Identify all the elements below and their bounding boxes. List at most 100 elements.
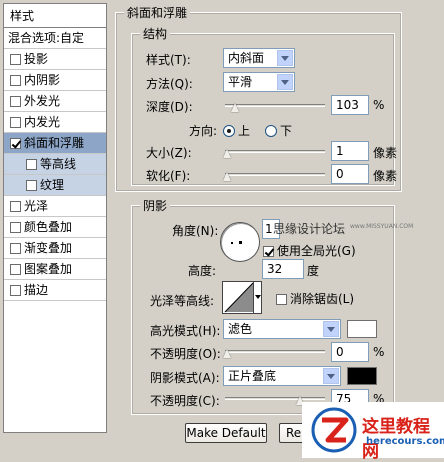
angle-label: 角度(N): bbox=[172, 224, 219, 238]
angle-dial[interactable] bbox=[220, 222, 260, 262]
checkbox-icon[interactable] bbox=[10, 264, 21, 275]
style-item[interactable]: 内阴影 bbox=[4, 70, 106, 91]
direction-label: 方向: bbox=[189, 124, 218, 138]
style-item-label: 投影 bbox=[24, 52, 49, 66]
shadow-opacity-label: 不透明度(C): bbox=[150, 394, 220, 408]
soften-slider-handle[interactable] bbox=[223, 172, 232, 182]
antialias-option[interactable]: 消除锯齿(L) bbox=[276, 290, 354, 307]
checkbox-icon[interactable] bbox=[276, 294, 287, 305]
depth-label: 深度(D): bbox=[146, 100, 193, 114]
site-watermark: 这里教程网 herecours.com bbox=[302, 402, 444, 462]
checkbox-icon[interactable] bbox=[10, 96, 21, 107]
highlight-opacity-slider-handle[interactable] bbox=[223, 349, 232, 359]
style-select-value: 内斜面 bbox=[228, 51, 265, 65]
highlight-mode-value: 滤色 bbox=[228, 322, 253, 336]
depth-unit: % bbox=[373, 98, 385, 112]
style-item-label: 外发光 bbox=[24, 94, 61, 108]
size-slider-handle[interactable] bbox=[223, 149, 232, 159]
checkbox-icon[interactable] bbox=[10, 54, 21, 65]
style-item-label: 渐变叠加 bbox=[24, 241, 73, 255]
style-item[interactable]: 投影 bbox=[4, 49, 106, 70]
size-slider[interactable] bbox=[225, 148, 325, 162]
checkbox-checked-icon[interactable] bbox=[10, 138, 21, 149]
direction-down-label: 下 bbox=[280, 124, 293, 138]
style-item[interactable]: 图案叠加 bbox=[4, 259, 106, 280]
angle-dial-pointer-icon bbox=[231, 242, 233, 244]
overlay-url-text: www.MISSYUAN.COM bbox=[350, 223, 414, 230]
highlight-mode-select[interactable]: 滤色 bbox=[223, 319, 341, 339]
style-item-label: 等高线 bbox=[40, 157, 77, 171]
shading-group-title: 阴影 bbox=[140, 197, 171, 214]
checkbox-icon[interactable] bbox=[10, 285, 21, 296]
style-select[interactable]: 内斜面 bbox=[223, 48, 295, 68]
style-item[interactable]: 等高线 bbox=[4, 154, 106, 175]
technique-label: 方法(Q): bbox=[146, 77, 193, 91]
watermark-url: herecours.com bbox=[366, 436, 444, 447]
highlight-color-swatch[interactable] bbox=[347, 320, 377, 338]
depth-input[interactable]: 103 bbox=[331, 95, 369, 115]
checkbox-icon[interactable] bbox=[10, 75, 21, 86]
radio-selected-icon[interactable] bbox=[223, 125, 235, 137]
shadow-mode-label: 阴影模式(A): bbox=[150, 371, 220, 385]
checkbox-icon[interactable] bbox=[10, 243, 21, 254]
style-item[interactable]: 纹理 bbox=[4, 175, 106, 196]
altitude-input[interactable]: 32 bbox=[262, 259, 304, 279]
direction-down-option[interactable]: 下 bbox=[265, 122, 292, 139]
global-light-option[interactable]: 使用全局光(G) bbox=[263, 242, 356, 259]
direction-up-option[interactable]: 上 bbox=[223, 122, 250, 139]
angle-dial-center-icon bbox=[239, 241, 242, 244]
style-item-label: 斜面和浮雕 bbox=[24, 136, 85, 150]
technique-select[interactable]: 平滑 bbox=[223, 72, 295, 92]
style-item-label: 内发光 bbox=[24, 115, 61, 129]
checkbox-icon[interactable] bbox=[26, 159, 37, 170]
gloss-contour-picker[interactable] bbox=[222, 281, 262, 314]
highlight-opacity-input[interactable]: 0 bbox=[331, 342, 369, 362]
chevron-down-icon bbox=[323, 321, 339, 337]
structure-group-title: 结构 bbox=[140, 25, 171, 42]
highlight-opacity-slider[interactable] bbox=[225, 348, 325, 362]
style-item[interactable]: 渐变叠加 bbox=[4, 238, 106, 259]
style-item[interactable]: 光泽 bbox=[4, 196, 106, 217]
style-item-label: 纹理 bbox=[40, 178, 65, 192]
bevel-emboss-group-title: 斜面和浮雕 bbox=[124, 4, 191, 21]
overlay-forum-text: 思缘设计论坛 bbox=[273, 222, 346, 236]
technique-select-value: 平滑 bbox=[228, 75, 253, 89]
shadow-color-swatch[interactable] bbox=[347, 367, 377, 385]
checkbox-icon[interactable] bbox=[10, 201, 21, 212]
checkbox-icon[interactable] bbox=[10, 117, 21, 128]
chevron-down-icon bbox=[277, 74, 293, 90]
radio-icon[interactable] bbox=[265, 125, 277, 137]
size-input[interactable]: 1 bbox=[331, 141, 369, 161]
style-item[interactable]: 斜面和浮雕 bbox=[4, 133, 106, 154]
style-item-label: 光泽 bbox=[24, 199, 49, 213]
style-item[interactable]: 内发光 bbox=[4, 112, 106, 133]
depth-slider[interactable] bbox=[225, 102, 325, 116]
soften-label: 软化(F): bbox=[146, 169, 191, 183]
contour-preview-icon bbox=[224, 282, 254, 313]
style-item-label: 颜色叠加 bbox=[24, 220, 73, 234]
style-item[interactable]: 描边 bbox=[4, 280, 106, 301]
shadow-mode-select[interactable]: 正片叠底 bbox=[223, 366, 341, 386]
contour-dropdown-icon[interactable] bbox=[253, 282, 261, 313]
checkbox-checked-icon[interactable] bbox=[263, 246, 274, 257]
size-label: 大小(Z): bbox=[146, 146, 192, 160]
style-item[interactable]: 颜色叠加 bbox=[4, 217, 106, 238]
chevron-down-icon bbox=[277, 50, 293, 66]
style-label: 样式(T): bbox=[146, 53, 191, 67]
style-item-label: 内阴影 bbox=[24, 73, 61, 87]
style-item-label: 描边 bbox=[24, 283, 49, 297]
highlight-opacity-label: 不透明度(O): bbox=[150, 347, 221, 361]
make-default-button[interactable]: Make Default bbox=[185, 423, 267, 443]
checkbox-icon[interactable] bbox=[26, 180, 37, 191]
blend-options-item[interactable]: 混合选项:自定 bbox=[4, 28, 106, 49]
checkbox-icon[interactable] bbox=[10, 222, 21, 233]
soften-input[interactable]: 0 bbox=[331, 164, 369, 184]
depth-slider-handle[interactable] bbox=[231, 103, 240, 113]
direction-up-label: 上 bbox=[238, 124, 251, 138]
antialias-label: 消除锯齿(L) bbox=[290, 292, 355, 306]
global-light-label: 使用全局光(G) bbox=[277, 244, 356, 258]
chevron-down-icon bbox=[323, 368, 339, 384]
altitude-unit: 度 bbox=[307, 264, 320, 278]
style-item[interactable]: 外发光 bbox=[4, 91, 106, 112]
soften-slider[interactable] bbox=[225, 171, 325, 185]
